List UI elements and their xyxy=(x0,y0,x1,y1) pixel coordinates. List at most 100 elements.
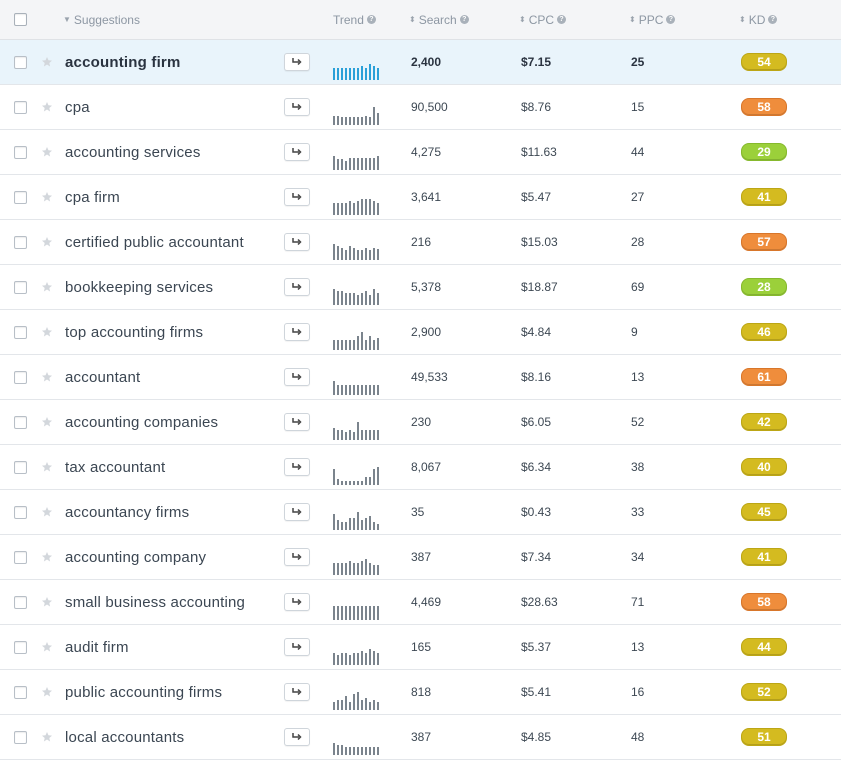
header-trend[interactable]: Trend ? xyxy=(333,0,376,39)
row-keyword[interactable]: public accounting firms xyxy=(65,670,275,714)
row-checkbox[interactable] xyxy=(13,100,27,114)
table-row[interactable]: cpa 90,500 $8.76 15 58 xyxy=(0,85,841,130)
row-star-cell xyxy=(40,715,54,759)
kd-badge: 58 xyxy=(741,593,787,611)
expand-keyword-button[interactable] xyxy=(284,548,310,566)
info-icon[interactable]: ? xyxy=(666,15,676,24)
expand-keyword-button[interactable] xyxy=(284,368,310,386)
expand-keyword-button[interactable] xyxy=(284,503,310,521)
row-keyword[interactable]: accounting company xyxy=(65,535,275,579)
row-expand-cell xyxy=(284,445,310,489)
row-keyword[interactable]: cpa firm xyxy=(65,175,275,219)
row-keyword[interactable]: accountancy firms xyxy=(65,490,275,534)
row-checkbox[interactable] xyxy=(13,145,27,159)
expand-keyword-button[interactable] xyxy=(284,458,310,476)
table-row[interactable]: accounting firm 2,400 $7.15 25 54 xyxy=(0,40,841,85)
expand-keyword-button[interactable] xyxy=(284,278,310,296)
table-row[interactable]: tax accountant 8,067 $6.34 38 40 xyxy=(0,445,841,490)
table-row[interactable]: cpa firm 3,641 $5.47 27 41 xyxy=(0,175,841,220)
star-icon[interactable] xyxy=(41,101,53,113)
row-checkbox[interactable] xyxy=(13,325,27,339)
table-row[interactable]: local accountants 387 $4.85 48 51 xyxy=(0,715,841,760)
table-row[interactable]: accounting company 387 $7.34 34 41 xyxy=(0,535,841,580)
star-icon[interactable] xyxy=(41,596,53,608)
star-icon[interactable] xyxy=(41,281,53,293)
row-checkbox[interactable] xyxy=(13,235,27,249)
row-checkbox[interactable] xyxy=(13,505,27,519)
expand-keyword-button[interactable] xyxy=(284,98,310,116)
star-icon[interactable] xyxy=(41,146,53,158)
row-keyword[interactable]: local accountants xyxy=(65,715,275,759)
header-suggestions[interactable]: ▼ Suggestions xyxy=(63,0,140,39)
row-checkbox[interactable] xyxy=(13,685,27,699)
expand-keyword-button[interactable] xyxy=(284,728,310,746)
table-row[interactable]: accountant 49,533 $8.16 13 61 xyxy=(0,355,841,400)
star-icon[interactable] xyxy=(41,506,53,518)
star-icon[interactable] xyxy=(41,191,53,203)
row-keyword[interactable]: accounting services xyxy=(65,130,275,174)
row-keyword[interactable]: top accounting firms xyxy=(65,310,275,354)
info-icon[interactable]: ? xyxy=(459,15,469,24)
row-checkbox[interactable] xyxy=(13,370,27,384)
row-keyword[interactable]: tax accountant xyxy=(65,445,275,489)
table-body: accounting firm 2,400 $7.15 25 54 cpa 90… xyxy=(0,40,841,760)
table-row[interactable]: accountancy firms 35 $0.43 33 45 xyxy=(0,490,841,535)
row-keyword[interactable]: certified public accountant xyxy=(65,220,275,264)
row-ppc: 33 xyxy=(631,505,645,519)
table-row[interactable]: public accounting firms 818 $5.41 16 52 xyxy=(0,670,841,715)
row-checkbox[interactable] xyxy=(13,415,27,429)
row-keyword[interactable]: small business accounting xyxy=(65,580,275,624)
row-checkbox[interactable] xyxy=(13,550,27,564)
expand-keyword-button[interactable] xyxy=(284,638,310,656)
row-checkbox[interactable] xyxy=(13,190,27,204)
star-icon[interactable] xyxy=(41,686,53,698)
row-keyword[interactable]: audit firm xyxy=(65,625,275,669)
star-icon[interactable] xyxy=(41,641,53,653)
table-row[interactable]: small business accounting 4,469 $28.63 7… xyxy=(0,580,841,625)
table-row[interactable]: accounting companies 230 $6.05 52 42 xyxy=(0,400,841,445)
star-icon[interactable] xyxy=(41,461,53,473)
expand-keyword-button[interactable] xyxy=(284,593,310,611)
star-icon[interactable] xyxy=(41,326,53,338)
row-keyword[interactable]: cpa xyxy=(65,85,275,129)
star-icon[interactable] xyxy=(41,56,53,68)
row-checkbox[interactable] xyxy=(13,640,27,654)
row-keyword[interactable]: accounting companies xyxy=(65,400,275,444)
row-star-cell xyxy=(40,400,54,444)
expand-keyword-button[interactable] xyxy=(284,413,310,431)
header-ppc[interactable]: ⬍ PPC ? xyxy=(629,0,676,39)
info-icon[interactable]: ? xyxy=(768,15,778,24)
select-all-checkbox[interactable] xyxy=(13,13,27,26)
star-icon[interactable] xyxy=(41,416,53,428)
expand-keyword-button[interactable] xyxy=(284,323,310,341)
row-checkbox[interactable] xyxy=(13,280,27,294)
info-icon[interactable]: ? xyxy=(557,15,567,24)
expand-keyword-button[interactable] xyxy=(284,683,310,701)
header-search[interactable]: ⬍ Search ? xyxy=(409,0,469,39)
row-checkbox[interactable] xyxy=(13,460,27,474)
header-cpc[interactable]: ⬍ CPC ? xyxy=(519,0,567,39)
star-icon[interactable] xyxy=(41,731,53,743)
trend-bar xyxy=(333,743,335,755)
row-checkbox[interactable] xyxy=(13,730,27,744)
row-expand-cell xyxy=(284,535,310,579)
row-keyword[interactable]: bookkeeping services xyxy=(65,265,275,309)
expand-keyword-button[interactable] xyxy=(284,53,310,71)
table-row[interactable]: certified public accountant 216 $15.03 2… xyxy=(0,220,841,265)
table-row[interactable]: top accounting firms 2,900 $4.84 9 46 xyxy=(0,310,841,355)
table-row[interactable]: bookkeeping services 5,378 $18.87 69 28 xyxy=(0,265,841,310)
expand-keyword-button[interactable] xyxy=(284,143,310,161)
row-checkbox[interactable] xyxy=(13,55,27,69)
star-icon[interactable] xyxy=(41,236,53,248)
expand-keyword-button[interactable] xyxy=(284,188,310,206)
header-kd[interactable]: ⬍ KD ? xyxy=(739,0,778,39)
info-icon[interactable]: ? xyxy=(366,15,376,24)
expand-keyword-button[interactable] xyxy=(284,233,310,251)
row-checkbox[interactable] xyxy=(13,595,27,609)
row-keyword[interactable]: accounting firm xyxy=(65,40,275,84)
table-row[interactable]: accounting services 4,275 $11.63 44 29 xyxy=(0,130,841,175)
table-row[interactable]: audit firm 165 $5.37 13 44 xyxy=(0,625,841,670)
star-icon[interactable] xyxy=(41,551,53,563)
star-icon[interactable] xyxy=(41,371,53,383)
row-keyword[interactable]: accountant xyxy=(65,355,275,399)
